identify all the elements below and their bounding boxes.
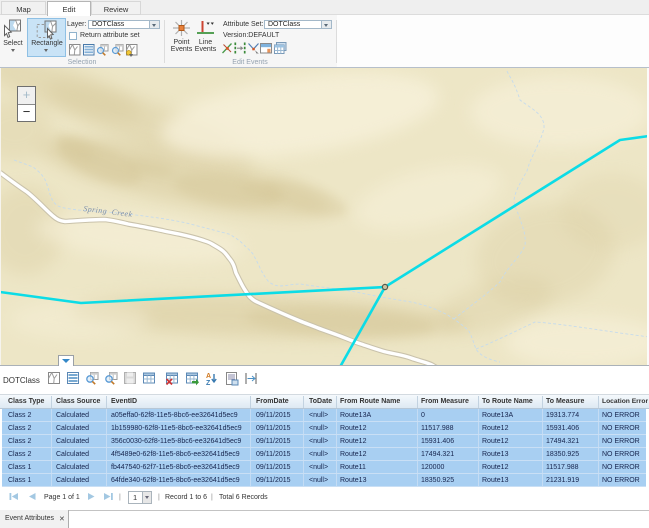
svg-text:A: A	[206, 373, 211, 380]
svg-text:Z: Z	[206, 380, 211, 387]
